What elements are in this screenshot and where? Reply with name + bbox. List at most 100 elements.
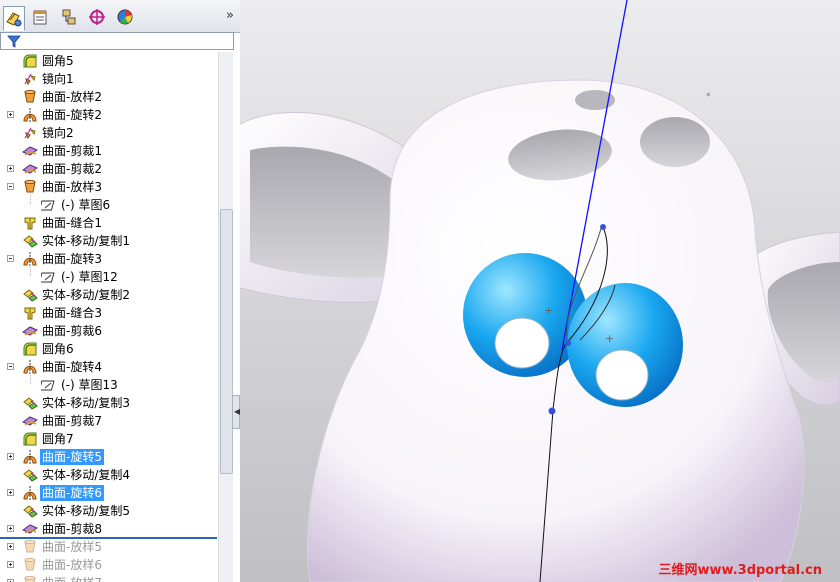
expand-toggle[interactable] bbox=[7, 165, 14, 172]
scrollbar-thumb[interactable] bbox=[220, 209, 233, 474]
tree-item[interactable]: 曲面-缝合3 bbox=[0, 304, 226, 322]
svg-text:+: + bbox=[605, 332, 614, 345]
tree-item[interactable]: 曲面-剪裁7 bbox=[0, 412, 226, 430]
display-manager-tab[interactable] bbox=[114, 6, 136, 28]
tree-item[interactable]: 镜向2 bbox=[0, 124, 226, 142]
property-manager-icon bbox=[33, 10, 47, 25]
tree-item[interactable]: 实体-移动/复制3 bbox=[0, 394, 226, 412]
graphics-viewport[interactable]: + + * bbox=[240, 0, 840, 582]
property-manager-tab[interactable] bbox=[29, 6, 51, 28]
svg-text:*: * bbox=[706, 92, 711, 102]
surface-revolve-icon bbox=[23, 486, 37, 500]
tree-item-label: 曲面-剪裁7 bbox=[42, 414, 102, 428]
svg-text:+: + bbox=[544, 304, 553, 317]
tree-item-label: 曲面-旋转4 bbox=[42, 360, 102, 374]
tree-item-label: 圆角7 bbox=[42, 432, 74, 446]
tree-item[interactable]: 曲面-旋转2 bbox=[0, 106, 226, 124]
tree-item-label: (-) 草图12 bbox=[61, 270, 118, 284]
feature-manager-icon bbox=[6, 11, 22, 26]
surface-trim-icon bbox=[22, 146, 38, 156]
tree-item-label: 实体-移动/复制4 bbox=[42, 468, 131, 482]
rollback-bar[interactable] bbox=[0, 537, 217, 539]
move-copy-icon bbox=[23, 469, 38, 482]
surface-knit-icon bbox=[24, 307, 36, 320]
dimxpert-icon bbox=[89, 9, 105, 25]
tree-item[interactable]: 曲面-缝合1 bbox=[0, 214, 226, 232]
sketch-icon bbox=[41, 272, 55, 283]
tree-item[interactable]: 实体-移动/复制4 bbox=[0, 466, 226, 484]
tree-item[interactable]: 实体-移动/复制5 bbox=[0, 502, 226, 520]
tree-item[interactable]: (-) 草图12 bbox=[0, 264, 226, 286]
tree-item[interactable]: 曲面-剪裁1 bbox=[0, 142, 226, 160]
tree-item[interactable]: 曲面-放样2 bbox=[0, 88, 226, 106]
model-render: + + * bbox=[240, 0, 840, 582]
configuration-manager-tab[interactable] bbox=[58, 6, 80, 28]
watermark-text: 三维网www.3dportal.cn bbox=[658, 563, 822, 578]
surface-loft-icon bbox=[24, 540, 36, 553]
move-copy-icon bbox=[23, 235, 38, 248]
tree-item[interactable]: 曲面-放样5 bbox=[0, 538, 226, 556]
panel-tab-strip: » bbox=[0, 0, 240, 33]
tree-item[interactable]: 曲面-放样3 bbox=[0, 178, 226, 196]
expand-toggle[interactable] bbox=[7, 453, 14, 460]
tree-item-label: 曲面-剪裁2 bbox=[42, 162, 102, 176]
tree-item-label: 曲面-缝合1 bbox=[42, 216, 102, 230]
dimxpert-tab[interactable] bbox=[86, 6, 108, 28]
expand-toggle[interactable] bbox=[7, 561, 14, 568]
panel-collapse-handle[interactable]: ◀ bbox=[232, 395, 240, 429]
feature-manager-panel: » 圆角5 镜向1 曲面-放样2 曲面-旋转2 镜向2 曲面-剪裁1 曲面-剪裁2 曲面-放样… bbox=[0, 0, 241, 582]
filter-icon bbox=[7, 35, 21, 48]
tree-item[interactable]: 圆角7 bbox=[0, 430, 226, 448]
collapse-toggle[interactable] bbox=[7, 183, 14, 190]
tree-item[interactable]: 曲面-旋转6 bbox=[0, 484, 226, 502]
mirror-icon bbox=[24, 127, 36, 140]
tree-item[interactable]: (-) 草图13 bbox=[0, 372, 226, 394]
fillet-icon bbox=[23, 342, 37, 356]
expand-toggle[interactable] bbox=[7, 525, 14, 532]
sketch-icon bbox=[41, 380, 55, 391]
tree-item[interactable]: 圆角6 bbox=[0, 340, 226, 358]
tree-item-label: 曲面-旋转2 bbox=[42, 108, 102, 122]
expand-toggle[interactable] bbox=[7, 111, 14, 118]
tree-item[interactable]: 实体-移动/复制2 bbox=[0, 286, 226, 304]
tree-item-label: 曲面-放样7 bbox=[42, 575, 102, 582]
mirror-icon bbox=[24, 73, 36, 86]
surface-trim-icon bbox=[22, 326, 38, 336]
tree-item[interactable]: (-) 草图6 bbox=[0, 192, 226, 214]
collapse-toggle[interactable] bbox=[7, 363, 14, 370]
tree-item[interactable]: 曲面-剪裁8 bbox=[0, 520, 226, 538]
move-copy-icon bbox=[23, 505, 38, 518]
surface-loft-icon bbox=[24, 90, 36, 103]
tree-scrollbar[interactable] bbox=[218, 52, 233, 582]
tree-item[interactable]: 曲面-放样6 bbox=[0, 556, 226, 574]
tree-item[interactable]: 曲面-旋转3 bbox=[0, 250, 226, 268]
tree-item-label: 曲面-缝合3 bbox=[42, 306, 102, 320]
tree-item-label: 实体-移动/复制3 bbox=[42, 396, 131, 410]
tree-item[interactable]: 曲面-剪裁6 bbox=[0, 322, 226, 340]
tree-item-label: 圆角5 bbox=[42, 54, 74, 68]
surface-revolve-icon bbox=[23, 108, 37, 122]
tree-item-label: 曲面-旋转3 bbox=[42, 252, 102, 266]
tree-item-label: 曲面-旋转5 bbox=[40, 449, 104, 465]
feature-filter-bar[interactable] bbox=[0, 32, 234, 50]
collapse-toggle[interactable] bbox=[7, 255, 14, 262]
tab-overflow-chevron[interactable]: » bbox=[226, 8, 234, 23]
tree-item-label: 镜向2 bbox=[42, 126, 74, 140]
tree-item[interactable]: 曲面-旋转4 bbox=[0, 358, 226, 376]
expand-toggle[interactable] bbox=[7, 489, 14, 496]
tree-item[interactable]: 曲面-旋转5 bbox=[0, 448, 226, 466]
feature-manager-tab[interactable] bbox=[3, 6, 25, 31]
tree-item[interactable]: 镜向1 bbox=[0, 70, 226, 88]
tree-item[interactable]: 圆角5 bbox=[0, 52, 226, 70]
tree-item-label: 曲面-放样6 bbox=[42, 558, 102, 572]
tree-item-label: 曲面-放样3 bbox=[42, 180, 102, 194]
surface-knit-icon bbox=[24, 217, 36, 230]
fillet-icon bbox=[23, 54, 37, 68]
expand-toggle[interactable] bbox=[7, 543, 14, 550]
tree-item-label: 曲面-剪裁6 bbox=[42, 324, 102, 338]
tree-connector bbox=[30, 372, 31, 384]
tree-item[interactable]: 实体-移动/复制1 bbox=[0, 232, 226, 250]
tree-item[interactable]: 曲面-放样7 bbox=[0, 574, 226, 582]
move-copy-icon bbox=[23, 289, 38, 302]
tree-item[interactable]: 曲面-剪裁2 bbox=[0, 160, 226, 178]
